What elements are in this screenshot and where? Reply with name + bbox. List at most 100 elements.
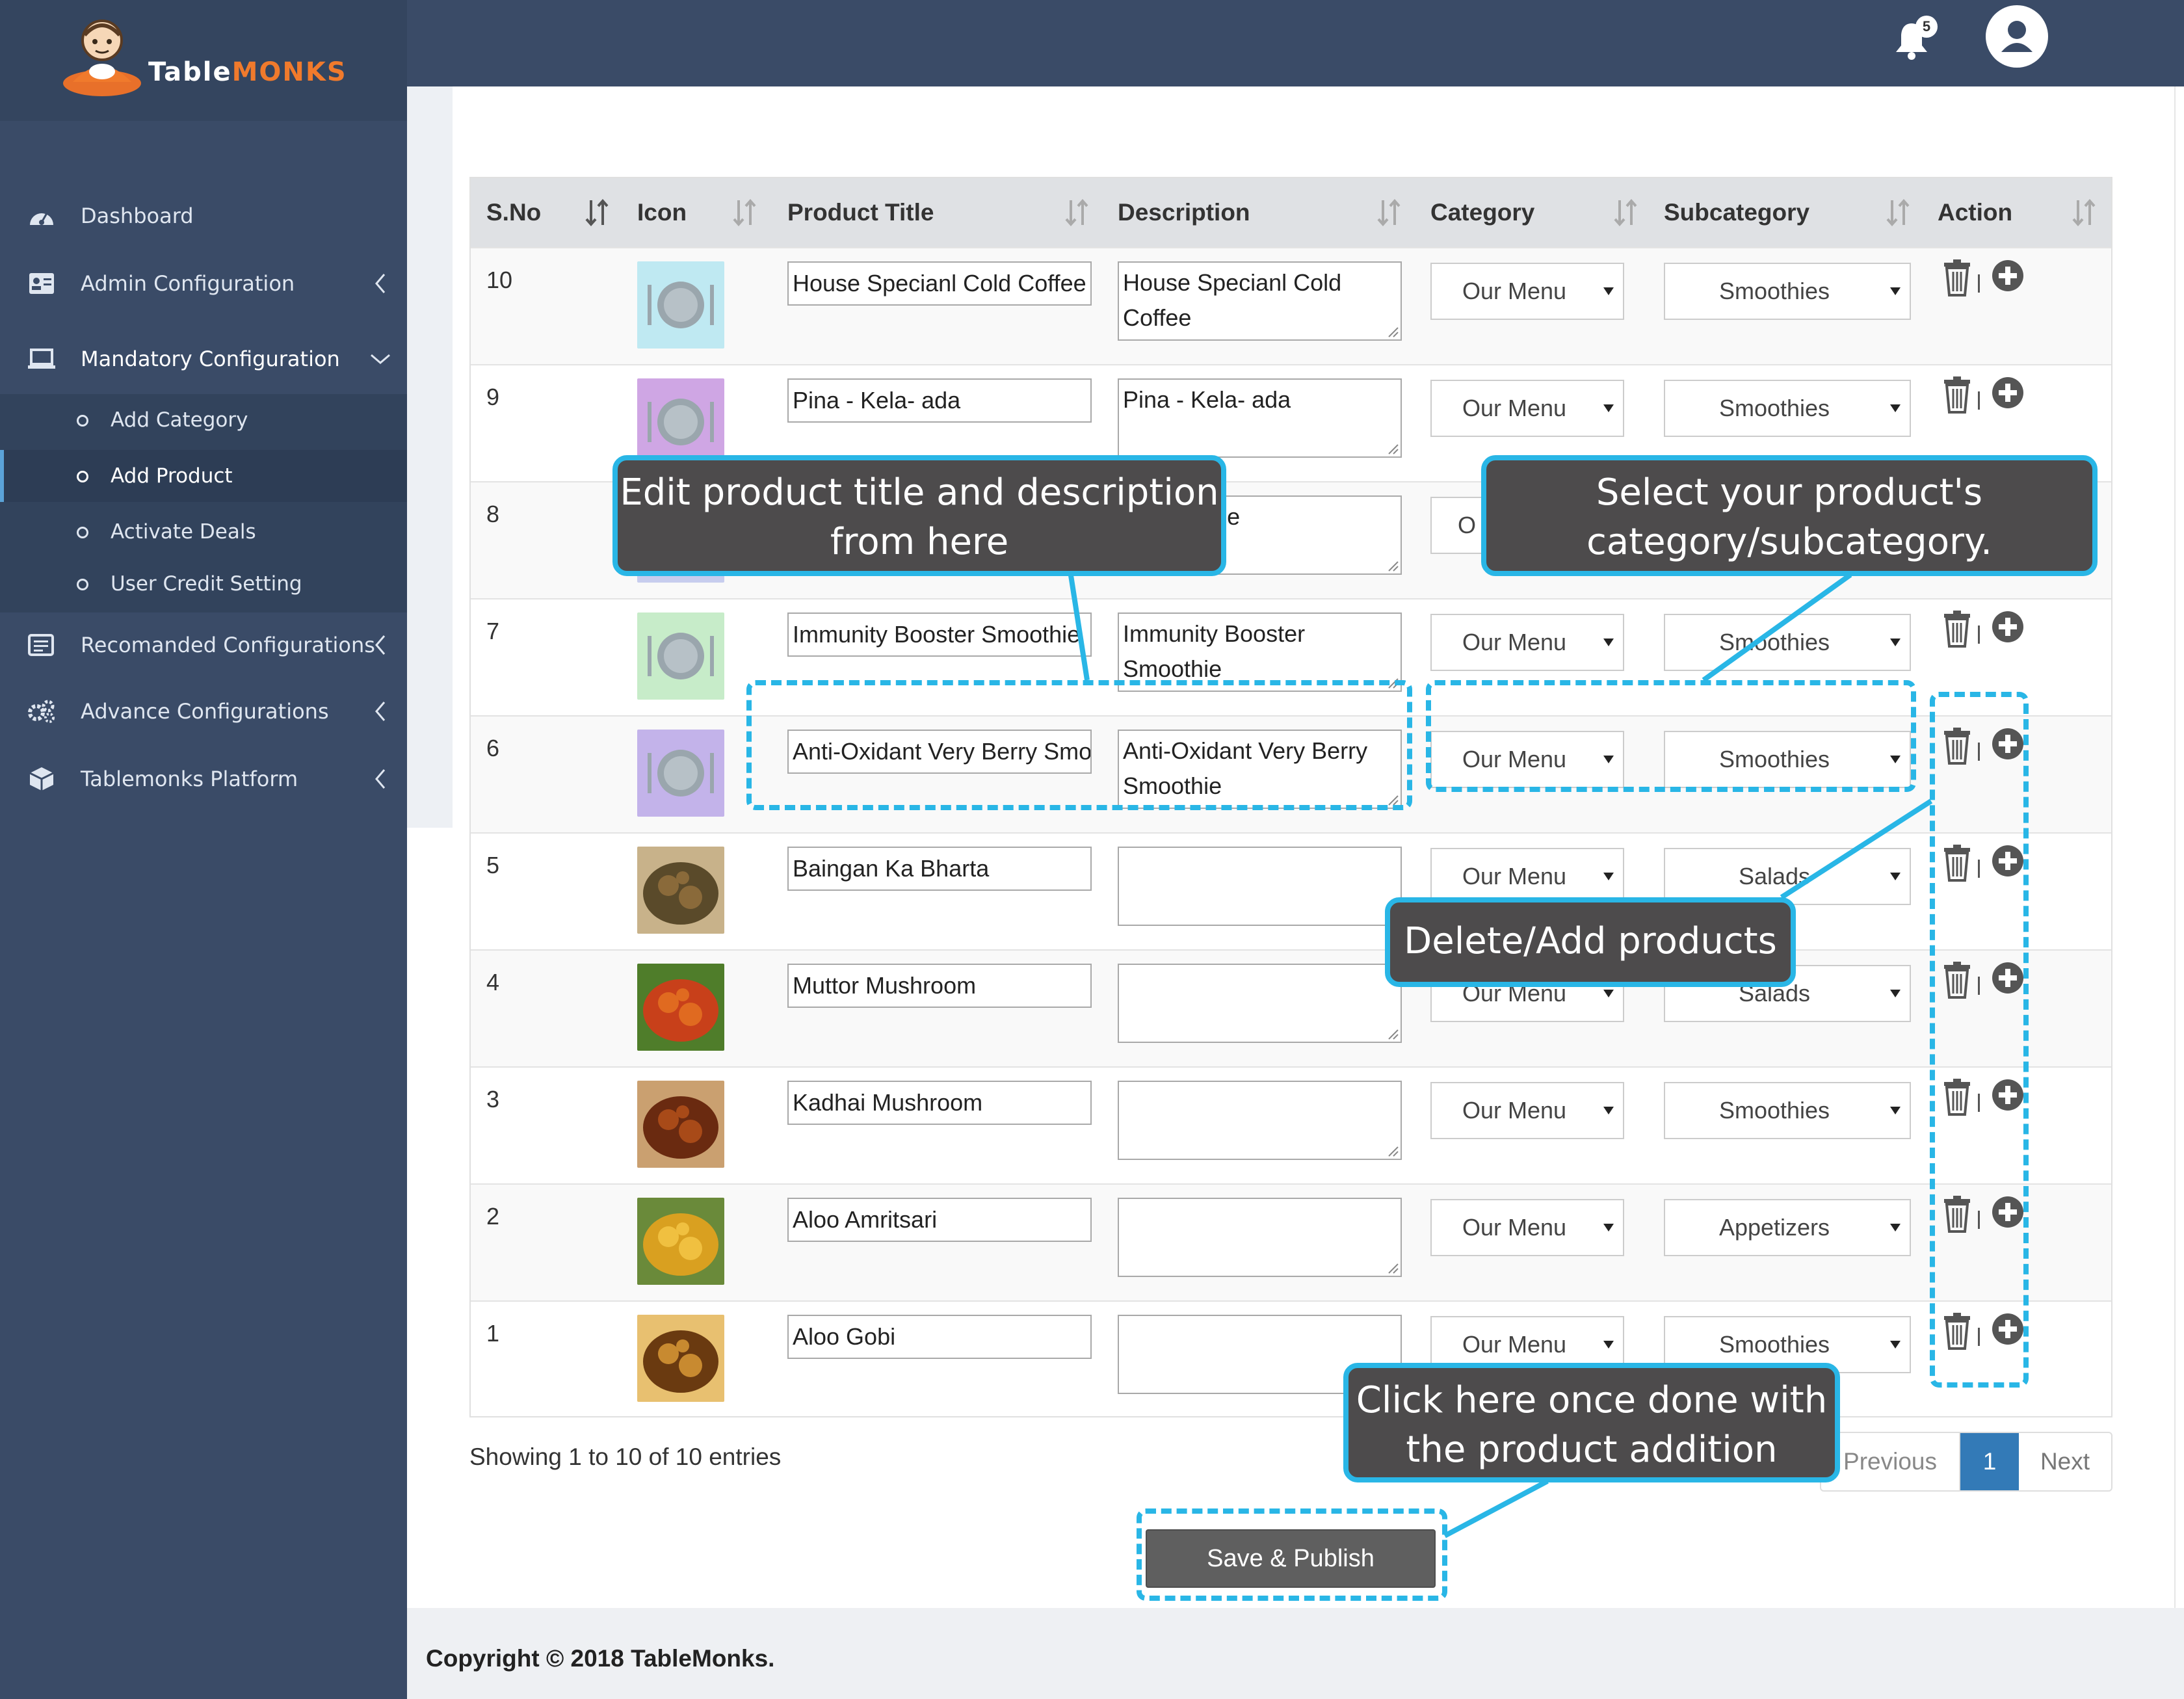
dropdown-caret-icon (1603, 873, 1614, 880)
add-circle-icon[interactable] (1991, 259, 2025, 293)
column-header-icon[interactable]: Icon (637, 178, 687, 247)
product-title-input[interactable]: Muttor Mushroom (787, 964, 1092, 1008)
trash-icon[interactable] (1941, 610, 1973, 648)
description-textarea[interactable] (1118, 847, 1402, 926)
product-title-input[interactable]: Aloo Gobi (787, 1315, 1092, 1359)
product-title-input[interactable]: Kadhai Mushroom (787, 1081, 1092, 1125)
plate-placeholder-icon[interactable] (637, 378, 724, 466)
description-textarea[interactable]: House Specianl Cold Coffee (1118, 261, 1402, 341)
user-avatar[interactable] (1986, 5, 2048, 68)
submenu-item-user-credit-setting[interactable]: User Credit Setting (0, 558, 407, 610)
column-header-product-title[interactable]: Product Title (787, 178, 934, 247)
sidebar-item-advance-configurations[interactable]: Advance Configurations (0, 679, 407, 744)
column-header-category[interactable]: Category (1430, 178, 1534, 247)
sort-icon[interactable] (1376, 198, 1402, 228)
product-title-input[interactable]: Aloo Amritsari (787, 1198, 1092, 1242)
column-header-action[interactable]: Action (1938, 178, 2012, 247)
food-photo[interactable] (637, 1198, 724, 1285)
content-gutter (407, 86, 453, 828)
category-value: Our Menu (1462, 1214, 1567, 1241)
food-photo[interactable] (637, 847, 724, 934)
resize-grip-icon[interactable] (1385, 1026, 1399, 1040)
description-textarea[interactable] (1118, 1081, 1402, 1160)
sidebar-item-label: Recomanded Configurations (81, 633, 375, 657)
highlight-category-subcategory (1426, 680, 1916, 792)
dropdown-caret-icon (1890, 639, 1901, 646)
subcategory-select[interactable]: Smoothies (1664, 380, 1911, 437)
resize-grip-icon[interactable] (1385, 558, 1399, 572)
callout-select: Select your product's category/subcatego… (1481, 455, 2098, 576)
description-textarea[interactable] (1118, 1198, 1402, 1277)
description-textarea[interactable] (1118, 964, 1402, 1043)
sort-icon[interactable] (1064, 198, 1090, 228)
sidebar-item-recomanded-configurations[interactable]: Recomanded Configurations (0, 612, 407, 678)
page-1-button[interactable]: 1 (1960, 1433, 2019, 1490)
previous-page-button[interactable]: Previous (1821, 1433, 1960, 1490)
cubes-icon (29, 767, 54, 791)
sort-descending-icon[interactable] (585, 198, 611, 228)
product-title-input[interactable]: Baingan Ka Bharta (787, 847, 1092, 891)
subcategory-select[interactable]: Smoothies (1664, 1082, 1911, 1139)
description-textarea[interactable]: Pina - Kela- ada (1118, 378, 1402, 458)
subcategory-value: Smoothies (1718, 395, 1830, 421)
resize-grip-icon[interactable] (1385, 1260, 1399, 1274)
food-photo[interactable] (637, 964, 724, 1051)
submenu-item-label: Activate Deals (111, 520, 256, 544)
subcategory-select[interactable]: Salads (1664, 848, 1911, 905)
resize-grip-icon[interactable] (1385, 1143, 1399, 1157)
sort-icon[interactable] (732, 198, 758, 228)
sort-icon[interactable] (2072, 198, 2098, 228)
action-separator (1978, 391, 1980, 410)
trash-icon[interactable] (1941, 259, 1973, 296)
submenu-item-activate-deals[interactable]: Activate Deals (0, 506, 407, 558)
submenu-item-add-product[interactable]: Add Product (0, 450, 407, 502)
sidebar-item-mandatory-configuration[interactable]: Mandatory Configuration (0, 326, 407, 391)
logo[interactable]: TableMONKS (0, 0, 407, 121)
category-select[interactable]: Our Menu (1430, 1082, 1624, 1139)
trash-icon[interactable] (1941, 376, 1973, 414)
category-select[interactable]: Our Menu (1430, 263, 1624, 320)
next-page-button[interactable]: Next (2019, 1433, 2111, 1490)
resize-grip-icon[interactable] (1385, 324, 1399, 338)
subcategory-select[interactable]: Smoothies (1664, 263, 1911, 320)
column-header-description[interactable]: Description (1118, 178, 1250, 247)
serial-number: 3 (486, 1086, 500, 1113)
food-photo[interactable] (637, 1315, 724, 1402)
column-header-subcategory[interactable]: Subcategory (1664, 178, 1809, 247)
serial-number: 10 (486, 267, 513, 293)
column-header-s-no[interactable]: S.No (486, 178, 541, 247)
monk-mascot-icon (63, 20, 141, 96)
subcategory-select[interactable]: Appetizers (1664, 1199, 1911, 1256)
sidebar-item-dashboard[interactable]: Dashboard (0, 183, 407, 248)
resize-grip-icon[interactable] (1385, 441, 1399, 455)
subcategory-select[interactable]: Smoothies (1664, 614, 1911, 671)
pagination: Previous 1 Next (1820, 1432, 2112, 1492)
category-select[interactable]: Our Menu (1430, 614, 1624, 671)
category-select[interactable]: Our Menu (1430, 1199, 1624, 1256)
serial-number: 5 (486, 852, 500, 878)
add-circle-icon[interactable] (1991, 376, 2025, 410)
subcategory-value: Salads (1738, 863, 1811, 889)
circle-icon (77, 471, 88, 482)
plate-placeholder-icon[interactable] (637, 612, 724, 700)
table-row: 1 Aloo Gobi Our Menu Smoothies (471, 1300, 2111, 1417)
plate-placeholder-icon[interactable] (637, 261, 724, 349)
dropdown-caret-icon (1890, 873, 1901, 880)
product-title-input[interactable]: Pina - Kela- ada (787, 378, 1092, 423)
sort-icon[interactable] (1886, 198, 1912, 228)
category-select[interactable]: Our Menu (1430, 380, 1624, 437)
sidebar-item-admin-configuration[interactable]: Admin Configuration (0, 251, 407, 316)
action-separator (1978, 274, 1980, 293)
product-title-input[interactable]: House Specianl Cold Coffee (787, 261, 1092, 306)
callout-save: Click here once done with the product ad… (1343, 1363, 1840, 1482)
sidebar-item-tablemonks-platform[interactable]: Tablemonks Platform (0, 746, 407, 811)
submenu-item-label: Add Category (111, 408, 248, 432)
submenu-item-add-category[interactable]: Add Category (0, 394, 407, 446)
product-title-input[interactable]: Immunity Booster Smoothie (787, 612, 1092, 657)
callout-edit: Edit product title and description from … (612, 455, 1226, 576)
food-photo[interactable] (637, 1081, 724, 1168)
sort-icon[interactable] (1613, 198, 1639, 228)
add-circle-icon[interactable] (1991, 610, 2025, 644)
plate-placeholder-icon[interactable] (637, 730, 724, 817)
category-select[interactable]: Our Menu (1430, 848, 1624, 905)
